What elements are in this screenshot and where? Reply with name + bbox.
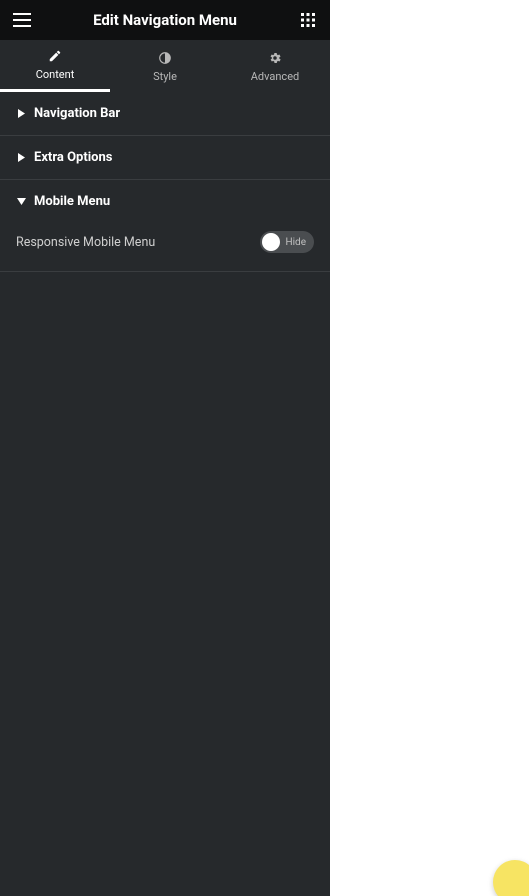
gear-icon — [268, 50, 282, 66]
section-extra-options: Extra Options — [0, 136, 330, 180]
section-navigation-bar: Navigation Bar — [0, 92, 330, 136]
sidebar-header: Edit Navigation Menu — [0, 0, 330, 40]
caret-down-icon — [16, 198, 26, 205]
contrast-icon — [158, 50, 172, 66]
pencil-icon — [48, 48, 62, 64]
tab-label: Style — [153, 70, 177, 83]
section-mobile-menu: Mobile Menu Responsive Mobile Menu Hide — [0, 180, 330, 272]
caret-right-icon — [16, 109, 26, 118]
toggle-state-label: Hide — [285, 237, 306, 248]
section-header-navigation-bar[interactable]: Navigation Bar — [0, 92, 330, 135]
hamburger-icon — [13, 13, 31, 27]
section-header-mobile-menu[interactable]: Mobile Menu — [0, 180, 330, 223]
editor-canvas[interactable] — [330, 0, 529, 896]
control-label: Responsive Mobile Menu — [16, 235, 155, 250]
tab-label: Content — [36, 68, 75, 81]
help-fab[interactable] — [493, 860, 529, 896]
editor-sidebar: Edit Navigation Menu Content Style — [0, 0, 330, 896]
grid-icon — [301, 13, 315, 27]
menu-button[interactable] — [10, 8, 34, 32]
tab-style[interactable]: Style — [110, 40, 220, 92]
section-title: Navigation Bar — [34, 106, 120, 121]
control-responsive-mobile-menu: Responsive Mobile Menu Hide — [16, 231, 314, 253]
toggle-responsive-mobile-menu[interactable]: Hide — [260, 231, 314, 253]
section-body-mobile-menu: Responsive Mobile Menu Hide — [0, 223, 330, 271]
tab-label: Advanced — [251, 70, 299, 83]
toggle-knob — [262, 233, 280, 251]
sidebar-title: Edit Navigation Menu — [34, 11, 296, 29]
apps-button[interactable] — [296, 8, 320, 32]
tab-content[interactable]: Content — [0, 40, 110, 92]
caret-right-icon — [16, 153, 26, 162]
section-title: Mobile Menu — [34, 194, 110, 209]
section-header-extra-options[interactable]: Extra Options — [0, 136, 330, 179]
editor-tabs: Content Style Advanced — [0, 40, 330, 92]
section-title: Extra Options — [34, 150, 112, 165]
tab-advanced[interactable]: Advanced — [220, 40, 330, 92]
